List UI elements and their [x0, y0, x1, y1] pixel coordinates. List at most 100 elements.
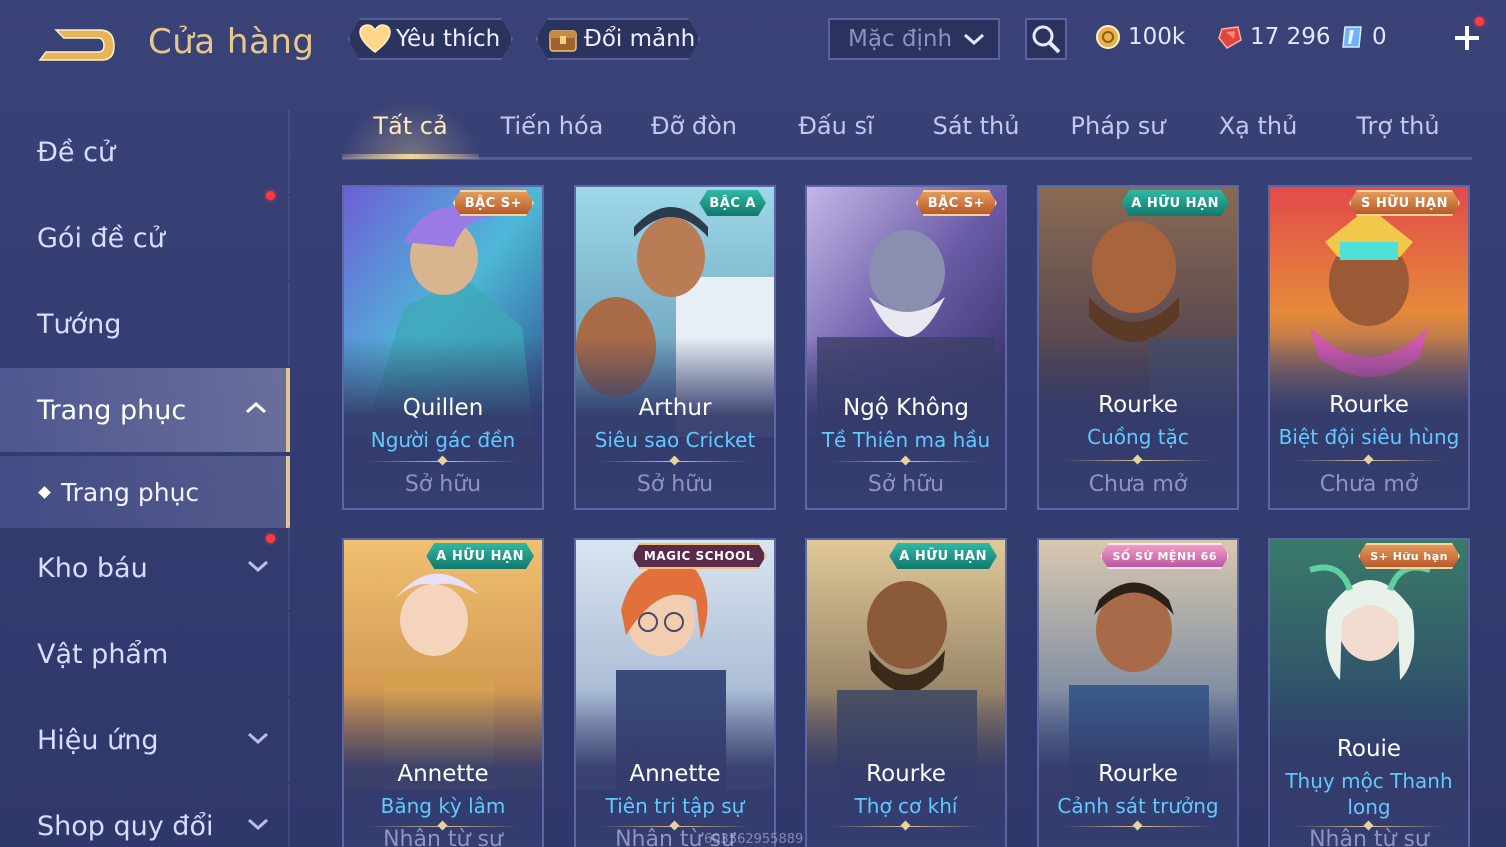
gold-balance: 100k	[1094, 20, 1185, 54]
sidebar-item-skins[interactable]: Trang phục	[0, 368, 290, 452]
card-divider	[600, 461, 750, 462]
skin-card[interactable]: BẬC S+ Ngộ Không Tề Thiên ma hầu Sở hữu	[805, 185, 1007, 510]
skin-card[interactable]: S+ Hữu hạn Rouie Thụy mộc Thanh long Nhậ…	[1268, 538, 1470, 847]
watermark: 603562955889	[704, 832, 804, 847]
tab-mage[interactable]: Pháp sư	[1048, 112, 1188, 158]
tab-marksman[interactable]: Xạ thủ	[1188, 112, 1328, 158]
bullet-diamond-icon	[38, 485, 51, 499]
sidebar-item-items[interactable]: Vật phẩm	[0, 612, 290, 696]
hero-name: Annette	[397, 761, 489, 787]
chevron-down-icon	[248, 732, 268, 745]
chevron-down-icon	[248, 818, 268, 831]
back-button[interactable]	[38, 24, 118, 64]
ownership-status: Nhận từ sự	[1309, 827, 1429, 847]
tab-assassin[interactable]: Sát thủ	[906, 112, 1046, 158]
gold-coin-icon	[1094, 23, 1122, 51]
ownership-status: Sở hữu	[404, 472, 482, 497]
tier-badge: A HỮU HẠN	[426, 543, 534, 569]
skin-card[interactable]: S HỮU HẠN Rourke Biệt đội siêu hùng Chưa…	[1268, 185, 1470, 510]
voucher-balance: 0	[1338, 20, 1387, 54]
skin-name: Người gác đền	[370, 428, 516, 452]
tier-badge: BẬC A	[699, 190, 766, 216]
hero-name: Arthur	[638, 395, 712, 421]
skin-name: Biệt đội siêu hùng	[1278, 425, 1460, 449]
sidebar-item-label: Đề cử	[37, 136, 116, 168]
skin-name: Tề Thiên ma hầu	[821, 428, 991, 452]
tier-badge: A HỮU HẠN	[889, 543, 997, 569]
skin-name: Cảnh sát trưởng	[1057, 794, 1219, 818]
skin-name: Thụy mộc Thanh long	[1285, 769, 1453, 819]
hero-name: Annette	[629, 761, 721, 787]
tab-all[interactable]: Tất cả	[342, 112, 479, 158]
tier-badge: SỐ SỨ MỆNH 66	[1100, 543, 1229, 569]
search-icon	[1032, 25, 1061, 54]
sidebar: Đề cử Gói đề cử Tướng Trang phục Trang p…	[0, 110, 290, 847]
card-divider	[1063, 826, 1213, 827]
tier-badge: A HỮU HẠN	[1121, 190, 1229, 216]
sidebar-item-exchange-shop[interactable]: Shop quy đổi	[0, 784, 290, 847]
card-divider	[368, 461, 518, 462]
tab-evolution[interactable]: Tiến hóa	[482, 112, 622, 158]
card-divider	[831, 461, 981, 462]
skin-card[interactable]: A HỮU HẠN Rourke Thợ cơ khí	[805, 538, 1007, 847]
sidebar-item-label: Kho báu	[37, 552, 148, 584]
tab-fighter[interactable]: Đấu sĩ	[766, 112, 906, 158]
skin-name: Thợ cơ khí	[854, 794, 958, 818]
tier-badge: MAGIC SCHOOL	[632, 543, 766, 569]
skin-card[interactable]: BẬC S+ Quillen Người gác đền Sở hữu	[342, 185, 544, 510]
skin-card[interactable]: BẬC A Arthur Siêu sao Cricket Sở hữu	[574, 185, 776, 510]
chevron-down-icon	[964, 33, 984, 46]
ownership-status: Sở hữu	[867, 472, 945, 497]
sidebar-subitem-label: Trang phục	[61, 477, 200, 507]
skin-card[interactable]: MAGIC SCHOOL Annette Tiên tri tập sự Nhậ…	[574, 538, 776, 847]
sidebar-item-label: Gói đề cử	[37, 222, 165, 254]
page-title: Cửa hàng	[148, 22, 315, 62]
sidebar-item-label: Trang phục	[37, 394, 187, 426]
skin-card[interactable]: A HỮU HẠN Rourke Cuồng tặc Chưa mở	[1037, 185, 1239, 510]
role-tabs: Tất cả Tiến hóa Đỡ đòn Đấu sĩ Sát thủ Ph…	[342, 100, 1472, 160]
sidebar-item-treasure[interactable]: Kho báu	[0, 526, 290, 610]
skin-name: Cuồng tặc	[1087, 425, 1189, 449]
tab-tank[interactable]: Đỡ đòn	[624, 112, 764, 158]
sidebar-item-heroes[interactable]: Tướng	[0, 282, 290, 366]
chevron-down-icon	[248, 560, 268, 573]
sidebar-item-label: Vật phẩm	[37, 638, 169, 670]
ownership-status: Chưa mở	[1319, 472, 1419, 497]
tier-badge: BẬC S+	[916, 190, 997, 216]
ownership-status: Chưa mở	[1088, 472, 1188, 497]
hero-name: Rourke	[866, 761, 946, 787]
card-divider	[831, 826, 981, 827]
exchange-shards-button[interactable]: Đổi mảnh	[536, 18, 700, 60]
skin-name: Tiên tri tập sự	[605, 794, 745, 818]
skin-card[interactable]: A HỮU HẠN Annette Băng kỳ lâm Nhận từ sự	[342, 538, 544, 847]
sidebar-item-effects[interactable]: Hiệu ứng	[0, 698, 290, 782]
card-divider	[1063, 460, 1213, 461]
hero-name: Quillen	[402, 395, 484, 421]
tab-support[interactable]: Trợ thủ	[1328, 112, 1468, 158]
ruby-balance: 17 296	[1216, 20, 1330, 54]
skin-name: Siêu sao Cricket	[594, 428, 756, 452]
gold-amount: 100k	[1128, 24, 1186, 50]
card-divider	[1294, 460, 1444, 461]
skin-card[interactable]: SỐ SỨ MỆNH 66 Rourke Cảnh sát trưởng	[1037, 538, 1239, 847]
ruby-amount: 17 296	[1250, 24, 1331, 50]
notification-dot	[266, 534, 275, 543]
ownership-status: Nhận từ sự	[383, 827, 503, 847]
sidebar-subitem-skins[interactable]: Trang phục	[0, 456, 290, 528]
voucher-amount: 0	[1372, 24, 1387, 50]
favorites-button[interactable]: Yêu thích	[348, 18, 513, 60]
active-tab-underline	[342, 154, 479, 159]
sidebar-item-recommended[interactable]: Đề cử	[0, 110, 290, 194]
ruby-icon	[1216, 23, 1244, 51]
sort-dropdown[interactable]: Mặc định	[828, 18, 1000, 60]
hero-name: Rourke	[1098, 761, 1178, 787]
skin-grid: BẬC S+ Quillen Người gác đền Sở hữu BẬC …	[342, 185, 1472, 847]
sidebar-item-label: Shop quy đổi	[37, 810, 214, 842]
hero-name: Ngộ Không	[842, 395, 970, 421]
back-arrow-icon	[38, 29, 115, 61]
skin-name: Băng kỳ lâm	[380, 794, 506, 818]
search-button[interactable]	[1025, 18, 1067, 60]
sidebar-item-bundles[interactable]: Gói đề cử	[0, 191, 290, 280]
notification-dot	[266, 191, 275, 200]
top-bar: Cửa hàng Yêu thích Đổi mảnh Mặc định 100…	[0, 0, 1506, 82]
